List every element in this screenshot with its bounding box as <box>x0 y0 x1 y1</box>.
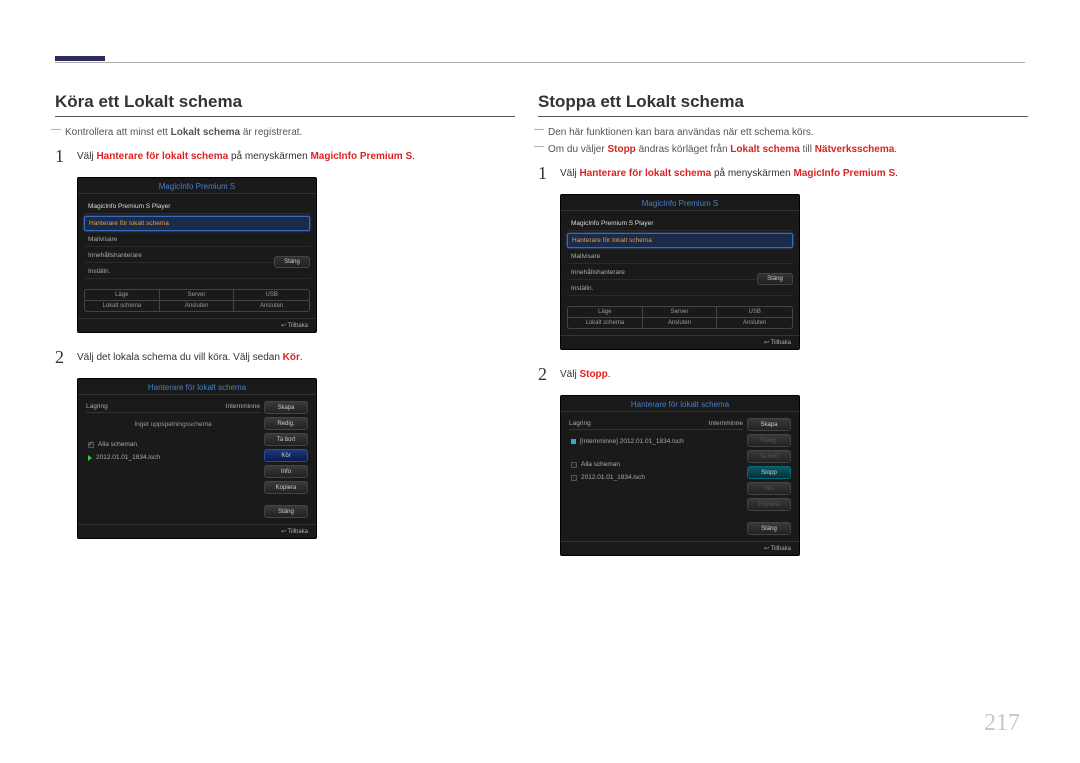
menu-item-selected: Hanterare för lokalt schema <box>84 216 310 231</box>
status-grid: LägeServerUSB Lokalt schemaAnslutenAnslu… <box>84 289 310 312</box>
heading-stop: Stoppa ett Lokalt schema <box>538 92 1028 117</box>
copy-button: Kopiera <box>747 498 791 511</box>
menu-item: Mallvisare <box>84 233 310 247</box>
page-number: 217 <box>984 710 1020 737</box>
close-button: Stäng <box>747 522 791 535</box>
close-button: Stäng <box>274 256 310 268</box>
close-button: Stäng <box>757 273 793 285</box>
shot-title: Hanterare för lokalt schema <box>561 396 799 412</box>
list-item: 2012.01.01_1834.lsch <box>86 451 260 464</box>
back-footer: Tillbaka <box>78 524 316 538</box>
close-button: Stäng <box>264 505 308 518</box>
step1-text-stop: Välj Hanterare för lokalt schema på meny… <box>560 163 898 179</box>
step-number: 2 <box>538 364 560 385</box>
step-number: 2 <box>55 347 77 368</box>
menu-item-selected: Hanterare för lokalt schema <box>567 233 793 248</box>
back-footer: Tillbaka <box>561 541 799 555</box>
delete-button: Ta bort <box>747 450 791 463</box>
checkbox-icon <box>571 475 577 481</box>
note-stop-2: Om du väljer Stopp ändras körläget från … <box>538 144 1028 155</box>
menu-item: Mallvisare <box>567 250 793 264</box>
create-button: Skapa <box>747 418 791 431</box>
note-stop-1: Den här funktionen kan bara användas när… <box>538 127 1028 138</box>
run-button: Kör <box>264 449 308 462</box>
menu-item: MagicInfo Premium S Player <box>567 217 793 231</box>
step-number: 1 <box>55 146 77 167</box>
shot-title: MagicInfo Premium S <box>78 178 316 194</box>
checkbox-checked-icon <box>88 442 94 448</box>
shot-title: MagicInfo Premium S <box>561 195 799 211</box>
step2-text-run: Välj det lokala schema du vill köra. Väl… <box>77 347 303 363</box>
empty-msg: Inget uppspelningsschema <box>86 413 260 438</box>
info-button: Info <box>747 482 791 495</box>
step-number: 1 <box>538 163 560 184</box>
create-button: Skapa <box>264 401 308 414</box>
back-footer: Tillbaka <box>561 335 799 349</box>
note-run: Kontrollera att minst ett Lokalt schema … <box>55 127 515 138</box>
status-grid: LägeServerUSB Lokalt schemaAnslutenAnslu… <box>567 306 793 329</box>
play-icon <box>88 455 92 461</box>
info-button: Info <box>264 465 308 478</box>
screenshot-scheduler-run: Hanterare för lokalt schema LagringInter… <box>77 378 317 539</box>
stop-button: Stopp <box>747 466 791 479</box>
menu-item: MagicInfo Premium S Player <box>84 200 310 214</box>
running-icon <box>571 439 576 444</box>
list-item: Alla scheman <box>569 458 743 471</box>
copy-button: Kopiera <box>264 481 308 494</box>
edit-button: Redig. <box>264 417 308 430</box>
list-item: Alla scheman <box>86 438 260 451</box>
delete-button: Ta bort <box>264 433 308 446</box>
screenshot-menu-stop: MagicInfo Premium S MagicInfo Premium S … <box>560 194 800 350</box>
list-item: 2012.01.01_1834.lsch <box>569 471 743 484</box>
edit-button: Redig. <box>747 434 791 447</box>
step1-text-run: Välj Hanterare för lokalt schema på meny… <box>77 146 415 162</box>
screenshot-scheduler-stop: Hanterare för lokalt schema LagringInter… <box>560 395 800 556</box>
running-item: [Internminne] 2012.01.01_1834.lsch <box>569 430 743 448</box>
heading-run: Köra ett Lokalt schema <box>55 92 515 117</box>
checkbox-icon <box>571 462 577 468</box>
screenshot-menu-run: MagicInfo Premium S MagicInfo Premium S … <box>77 177 317 333</box>
back-footer: Tillbaka <box>78 318 316 332</box>
step2-text-stop: Välj Stopp. <box>560 364 611 380</box>
shot-title: Hanterare för lokalt schema <box>78 379 316 395</box>
